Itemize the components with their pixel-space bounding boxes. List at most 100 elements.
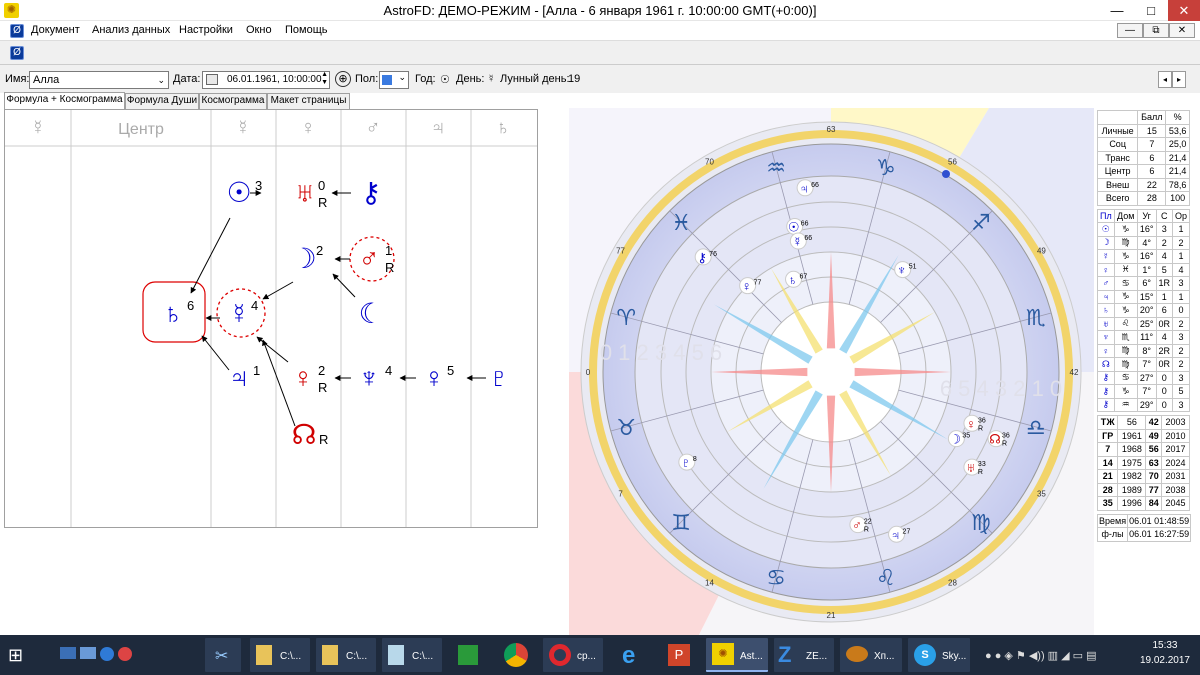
- year-cell: 1975: [1117, 455, 1147, 470]
- ie-quick-icon[interactable]: [100, 647, 114, 661]
- zero-app-button[interactable]: Z ZE...: [774, 638, 834, 672]
- planet-cell: 0: [1155, 384, 1173, 399]
- start-windows-icon[interactable]: ⊞: [8, 645, 30, 665]
- tab-page-layout[interactable]: Макет страницы: [267, 93, 350, 109]
- date-label: Дата:: [173, 73, 201, 85]
- chrome-app-button[interactable]: [496, 638, 536, 672]
- planet-marker-icon[interactable]: ♀: [966, 416, 976, 431]
- year-cell: 1968: [1117, 442, 1147, 457]
- planet-cell: ♄: [1097, 303, 1115, 318]
- menu-data-analysis[interactable]: Анализ данных: [92, 24, 170, 36]
- planet-row: Пл Дом Уг С Ор: [1097, 208, 1191, 223]
- astrofd-icon: ✺: [712, 643, 734, 665]
- planet-cell: ♓: [1113, 262, 1138, 277]
- arrow: [256, 336, 289, 363]
- center-scale-left: 0 1 2 3 4 5 6: [600, 340, 722, 365]
- date-field[interactable]: 06.01.1961, 10:00:00 ▲ ▼: [202, 71, 330, 89]
- planet-cell: ♃: [1097, 289, 1115, 304]
- menu-window[interactable]: Окно: [246, 24, 272, 36]
- score-cell: 78,6: [1165, 177, 1190, 192]
- lunar-day-label: Лунный день:: [500, 73, 570, 85]
- score-cell: [1096, 110, 1139, 125]
- calendar-icon[interactable]: [206, 74, 218, 85]
- store-app-button[interactable]: [450, 638, 486, 672]
- marker-dot: [942, 170, 950, 178]
- score-cell: 21,4: [1165, 150, 1190, 165]
- mdi-restore-button[interactable]: ⧉: [1143, 23, 1169, 38]
- planet-marker-icon[interactable]: ☿: [792, 234, 802, 249]
- viewer-app-button[interactable]: Хп...: [840, 638, 902, 672]
- spin-arrows-icon[interactable]: ▲ ▼: [321, 71, 328, 87]
- tab-bar: Формула + Космограмма Формула Души Космо…: [0, 92, 560, 109]
- opera-app-button[interactable]: cp...: [543, 638, 603, 672]
- powerpoint-app-button[interactable]: P: [660, 638, 700, 672]
- planet-marker-retro: R: [978, 469, 983, 476]
- node-sup: 4: [385, 363, 392, 378]
- planet-marker-icon[interactable]: ♀: [742, 279, 752, 294]
- taskbar-folder-1[interactable]: C:\...: [250, 638, 310, 672]
- menu-settings[interactable]: Настройки: [179, 24, 233, 36]
- menu-help[interactable]: Помощь: [285, 24, 328, 36]
- mdi-close-button[interactable]: ✕: [1169, 23, 1195, 38]
- sex-select[interactable]: ⌄: [379, 71, 409, 89]
- planet-cell: ♏: [1113, 330, 1138, 345]
- planet-cell: 1: [1171, 289, 1191, 304]
- planet-marker-number: 22: [864, 519, 872, 526]
- taskbar-folder-2[interactable]: C:\...: [316, 638, 376, 672]
- header-glyph-mercury-icon: ☿: [31, 117, 46, 139]
- planet-marker-icon[interactable]: ☽: [950, 432, 962, 447]
- year-cell: 56: [1145, 442, 1163, 457]
- restore-button[interactable]: □: [1134, 0, 1168, 21]
- time-cell: Время: [1096, 513, 1129, 528]
- planet-cell: 1: [1171, 249, 1191, 264]
- scroll-left-button[interactable]: ◂: [1158, 71, 1172, 88]
- chrome-quick-icon[interactable]: [118, 647, 132, 661]
- planet-marker-icon[interactable]: ☉: [788, 219, 800, 234]
- mdi-minimize-button[interactable]: —: [1117, 23, 1143, 38]
- planet-marker-icon[interactable]: ⚷: [697, 250, 707, 265]
- planet-marker-icon[interactable]: ♃: [891, 527, 901, 542]
- tab-cosmogram[interactable]: Космограмма: [199, 93, 267, 109]
- year-cell: ТЖ: [1096, 415, 1119, 430]
- close-button[interactable]: ✕: [1168, 0, 1200, 21]
- menu-document[interactable]: Документ: [31, 24, 80, 36]
- planet-marker-icon[interactable]: ♆: [897, 263, 907, 278]
- planet-cell: 1: [1171, 222, 1191, 237]
- chart-tool-icon[interactable]: Ø: [10, 46, 24, 60]
- ie-app-button[interactable]: e: [612, 638, 652, 672]
- astrofd-app-button[interactable]: ✺ Ast...: [706, 638, 768, 672]
- minimize-button[interactable]: —: [1100, 0, 1134, 21]
- cosmogram-panel: 0 1 2 3 4 5 6 6 5 4 3 2 1 0 63 56 49 42 35 28…: [569, 108, 1094, 635]
- year-cell: 2003: [1161, 415, 1190, 430]
- name-select[interactable]: Алла ⌄: [29, 71, 169, 89]
- score-cell: Внеш: [1096, 177, 1139, 192]
- globe-icon[interactable]: ⊕: [335, 71, 351, 87]
- planet-marker-icon[interactable]: ♃: [799, 181, 809, 196]
- tab-formula-cosmogram[interactable]: Формула + Космограмма: [4, 92, 125, 109]
- year-row: ГР 1961 49 2010: [1096, 428, 1190, 443]
- node-sup: 1: [385, 243, 392, 258]
- score-table: Балл% Личные 15 53,6 Соц 7 25,0 Транс 6 21,4 Центр…: [1096, 110, 1190, 206]
- planet-marker-icon[interactable]: ♅: [966, 460, 976, 475]
- scissors-app-button[interactable]: ✂: [205, 638, 241, 672]
- score-cell: Всего: [1096, 191, 1139, 206]
- quicklaunch-icon[interactable]: [80, 647, 96, 659]
- planet-cell: 25°: [1136, 316, 1157, 331]
- planet-marker-icon[interactable]: ♄: [788, 272, 798, 287]
- clock[interactable]: 15:33 19.02.2017: [1140, 638, 1190, 668]
- planet-marker-icon[interactable]: ☊: [989, 432, 1001, 447]
- taskbar-folder-3[interactable]: C:\...: [382, 638, 442, 672]
- planet-marker-icon[interactable]: ♇: [681, 455, 691, 470]
- scroll-right-button[interactable]: ▸: [1172, 71, 1186, 88]
- skype-app-button[interactable]: S Sky...: [908, 638, 970, 672]
- saturn-node-icon: ♄: [163, 298, 184, 329]
- tray-icons[interactable]: ● ● ◈ ⚑ ◀)) ▥ ◢ ▭ ▤: [985, 649, 1096, 662]
- year-cell: 56: [1117, 415, 1147, 430]
- planet-marker-icon[interactable]: ♂: [852, 518, 862, 533]
- planet-marker-number: 27: [903, 528, 911, 535]
- pluto-node-icon: ♀: [293, 362, 314, 393]
- tab-soul-formula[interactable]: Формула Души: [125, 93, 199, 109]
- node-sub: R: [385, 260, 394, 275]
- planet-cell: 16°: [1136, 222, 1157, 237]
- quicklaunch-icon[interactable]: [60, 647, 76, 659]
